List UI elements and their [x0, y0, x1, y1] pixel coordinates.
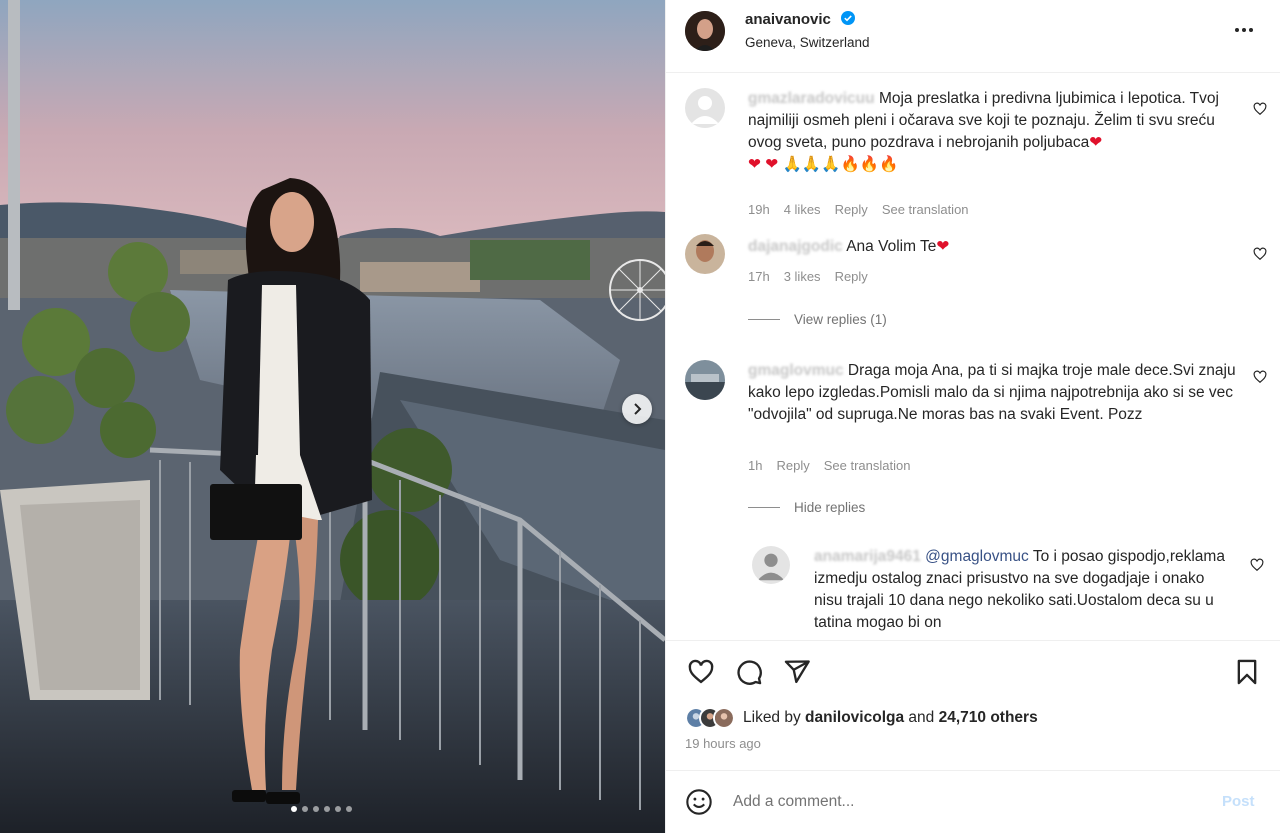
heart-icon[interactable]	[687, 658, 715, 686]
reply-button[interactable]: Reply	[835, 202, 868, 217]
view-replies-button[interactable]: View replies (1)	[748, 312, 887, 327]
comment-like-icon[interactable]	[1253, 370, 1267, 384]
post-header: anaivanovic Geneva, Switzerland	[666, 0, 1280, 73]
commenter-username[interactable]: gmaglovmuc	[748, 362, 844, 379]
comment-content: Ana Volim Te	[846, 238, 937, 255]
add-comment-bar: Post	[666, 770, 1280, 833]
post-actions: Liked by danilovicolga and 24,710 others…	[666, 640, 1280, 770]
commenter-avatar[interactable]	[752, 546, 790, 584]
comment-likes[interactable]: 4 likes	[784, 202, 821, 217]
author-avatar[interactable]	[685, 11, 725, 51]
see-translation-button[interactable]: See translation	[824, 458, 911, 473]
see-translation-button[interactable]: See translation	[882, 202, 969, 217]
comment-meta: 1h Reply See translation	[748, 458, 910, 473]
comment-meta: 17h 3 likes Reply	[748, 269, 868, 284]
comment-mention[interactable]: @gmaglovmuc	[925, 548, 1029, 565]
carousel-dot	[313, 806, 319, 812]
liked-by-summary[interactable]: Liked by danilovicolga and 24,710 others	[685, 707, 1038, 729]
liked-by-text: Liked by danilovicolga and 24,710 others	[743, 709, 1038, 726]
comment-text: anamarija9461 @gmaglovmuc To i posao gis…	[814, 546, 1234, 634]
comment-text: gmazlaradovicuu Moja preslatka i predivn…	[748, 90, 1219, 173]
comment-meta: 19h 4 likes Reply See translation	[748, 202, 969, 217]
carousel-dot	[324, 806, 330, 812]
commenter-avatar[interactable]	[685, 88, 725, 128]
liked-by-user[interactable]: danilovicolga	[805, 709, 904, 726]
emoji-icon[interactable]	[685, 788, 713, 816]
carousel-dot	[302, 806, 308, 812]
post-side-panel: anaivanovic Geneva, Switzerland gmazlara…	[665, 0, 1280, 833]
post-location[interactable]: Geneva, Switzerland	[745, 35, 870, 50]
comment-like-icon[interactable]	[1250, 558, 1264, 572]
chevron-right-icon	[634, 403, 642, 415]
carousel-dot	[291, 806, 297, 812]
author-username[interactable]: anaivanovic	[745, 11, 831, 28]
comment-time: 17h	[748, 269, 770, 284]
reply-button[interactable]: Reply	[776, 458, 809, 473]
carousel-dot	[335, 806, 341, 812]
next-photo-button[interactable]	[622, 394, 652, 424]
instagram-post: anaivanovic Geneva, Switzerland gmazlara…	[0, 0, 1280, 833]
commenter-username[interactable]: anamarija9461	[814, 548, 921, 565]
more-options-icon[interactable]	[1232, 18, 1256, 42]
comment-time: 19h	[748, 202, 770, 217]
commenter-avatar[interactable]	[685, 360, 725, 400]
verified-badge-icon	[841, 11, 855, 25]
carousel-indicator	[291, 806, 352, 812]
comment-text: dajanajgodic Ana Volim Te❤	[748, 238, 950, 255]
comment-time: 1h	[748, 458, 763, 473]
comment-likes[interactable]: 3 likes	[784, 269, 821, 284]
comments-list[interactable]: gmazlaradovicuu Moja preslatka i predivn…	[666, 74, 1280, 640]
commenter-avatar[interactable]	[685, 234, 725, 274]
comment-text: gmaglovmuc Draga moja Ana, pa ti si majk…	[748, 360, 1243, 426]
reply-button[interactable]: Reply	[835, 269, 868, 284]
hide-replies-button[interactable]: Hide replies	[748, 500, 865, 515]
commenter-username[interactable]: dajanajgodic	[748, 238, 843, 255]
share-icon[interactable]	[783, 658, 811, 686]
commenter-username[interactable]: gmazlaradovicuu	[748, 90, 875, 107]
comment-emoji: ❤ ❤ 🙏🙏🙏🔥🔥🔥	[748, 156, 899, 173]
post-comment-button[interactable]: Post	[1222, 793, 1255, 810]
comment-icon[interactable]	[735, 658, 763, 686]
post-photo[interactable]	[0, 0, 665, 833]
post-timestamp[interactable]: 19 hours ago	[685, 736, 761, 751]
comment-like-icon[interactable]	[1253, 247, 1267, 261]
carousel-dot	[346, 806, 352, 812]
liked-by-others[interactable]: 24,710 others	[939, 709, 1038, 726]
comment-input[interactable]	[733, 787, 1203, 817]
comment-like-icon[interactable]	[1253, 102, 1267, 116]
bookmark-icon[interactable]	[1233, 658, 1261, 686]
photo-scene	[0, 0, 665, 833]
liker-avatar	[713, 707, 735, 729]
